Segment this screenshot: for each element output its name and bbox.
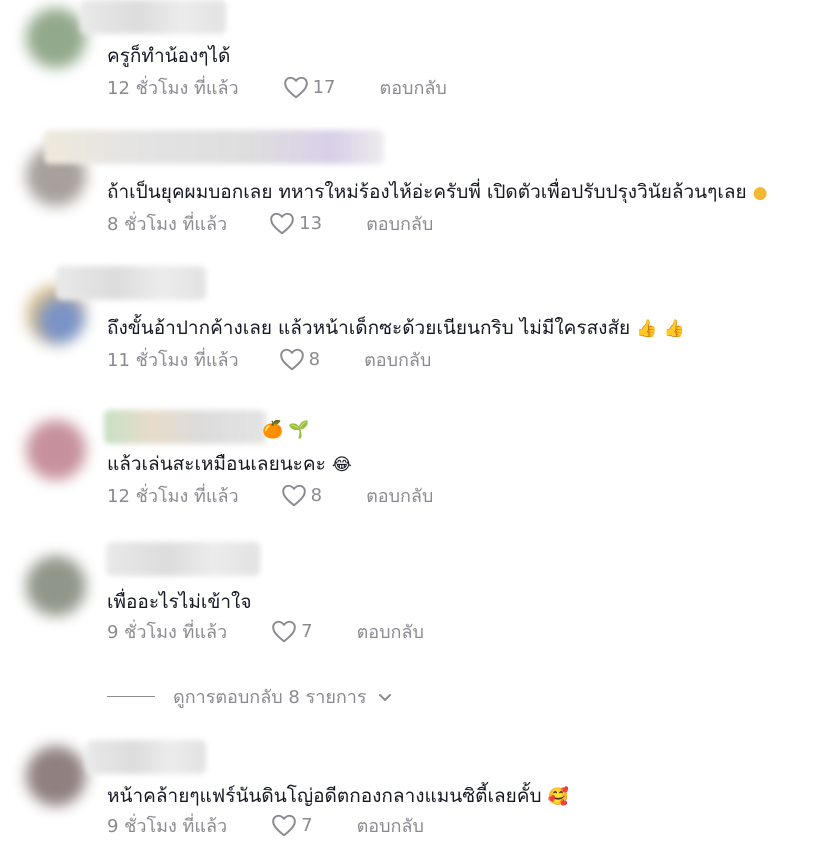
- comment-text: ครูก็ทำน้องๆได้: [107, 45, 231, 67]
- comment-text-content: ถ้าเป็นยุคผมบอกเลย ทหารใหม่ร้องไห้อ่ะครั…: [107, 181, 747, 203]
- laughing-emoji: 😂: [331, 455, 352, 475]
- comment-meta: 12 ชั่วโมง ที่แล้ว 8 ตอบกลับ: [107, 482, 433, 508]
- reply-button[interactable]: ตอบกลับ: [357, 811, 424, 840]
- comment-time: 12 ชั่วโมง ที่แล้ว: [107, 485, 239, 507]
- emoji-partial: ●: [752, 183, 768, 203]
- username-blurred: [104, 410, 266, 444]
- view-replies-label: ดูการตอบกลับ 8 รายการ: [173, 687, 367, 708]
- like-button[interactable]: 7: [271, 813, 313, 837]
- username-blurred: [44, 130, 384, 164]
- avatar[interactable]: [26, 420, 86, 480]
- avatar[interactable]: [26, 8, 86, 68]
- comment-text-content: แล้วเล่นสะเหมือนเลยนะคะ: [107, 453, 326, 475]
- like-button[interactable]: 13: [269, 211, 322, 235]
- like-button[interactable]: 8: [279, 347, 320, 371]
- comment-meta: 11 ชั่วโมง ที่แล้ว 8 ตอบกลับ: [107, 346, 431, 372]
- divider-line: [107, 696, 155, 697]
- comment-meta: 12 ชั่วโมง ที่แล้ว 17 ตอบกลับ: [107, 74, 447, 100]
- like-button[interactable]: 17: [283, 75, 336, 99]
- reply-button[interactable]: ตอบกลับ: [364, 345, 431, 374]
- chevron-down-icon: [378, 693, 391, 701]
- heart-outline-icon: [270, 212, 294, 235]
- username-blurred: [86, 740, 206, 774]
- like-count: 8: [310, 484, 323, 506]
- username-blurred: [80, 0, 226, 34]
- comment-time: 12 ชั่วโมง ที่แล้ว: [107, 77, 239, 99]
- like-count: 8: [308, 348, 321, 370]
- comment-text: ถึงขั้นอ้าปากค้างเลย แล้วหน้าเด็กซะด้วยเ…: [107, 316, 685, 341]
- like-count: 13: [299, 212, 323, 234]
- heart-outline-icon: [272, 620, 296, 643]
- reply-button[interactable]: ตอบกลับ: [366, 481, 433, 510]
- comment-time: 8 ชั่วโมง ที่แล้ว: [107, 213, 228, 235]
- comment-text: แล้วเล่นสะเหมือนเลยนะคะ 😂: [107, 452, 352, 477]
- comment-text-content: หน้าคล้ายๆแฟร์นันดินโญ่อดีตกองกลางแมนซิต…: [107, 785, 542, 807]
- avatar[interactable]: [26, 746, 86, 806]
- comment-meta: 8 ชั่วโมง ที่แล้ว 13 ตอบกลับ: [107, 210, 433, 236]
- comment-text: เพื่ออะไรไม่เข้าใจ: [107, 591, 252, 613]
- heart-outline-icon: [281, 484, 306, 507]
- comment-time: 11 ชั่วโมง ที่แล้ว: [107, 349, 239, 371]
- comment-meta: 9 ชั่วโมง ที่แล้ว 7 ตอบกลับ: [107, 618, 424, 644]
- like-button[interactable]: 8: [281, 483, 322, 507]
- thumbs-up-emoji: 👍: [636, 319, 658, 339]
- heart-outline-icon: [279, 348, 304, 371]
- comment-time: 9 ชั่วโมง ที่แล้ว: [107, 621, 228, 643]
- avatar[interactable]: [26, 556, 86, 616]
- comment-text: ถ้าเป็นยุคผมบอกเลย ทหารใหม่ร้องไห้อ่ะครั…: [107, 180, 768, 205]
- like-count: 7: [301, 620, 313, 642]
- like-count: 17: [312, 76, 336, 98]
- heart-outline-icon: [283, 76, 308, 99]
- reply-button[interactable]: ตอบกลับ: [366, 209, 433, 238]
- reply-button[interactable]: ตอบกลับ: [357, 617, 424, 646]
- thumbs-up-emoji: 👍: [663, 319, 685, 339]
- like-count: 7: [301, 814, 313, 836]
- smiling-hearts-emoji: 🥰: [547, 787, 569, 807]
- username-blurred: [106, 542, 260, 576]
- reply-button[interactable]: ตอบกลับ: [380, 73, 447, 102]
- comment-time: 9 ชั่วโมง ที่แล้ว: [107, 815, 228, 837]
- comment-text: หน้าคล้ายๆแฟร์นันดินโญ่อดีตกองกลางแมนซิต…: [107, 784, 569, 809]
- heart-outline-icon: [272, 814, 296, 837]
- orange-emoji: 🍊: [262, 420, 284, 440]
- sprout-emoji: 🌱: [288, 420, 310, 440]
- comment-text-content: ถึงขั้นอ้าปากค้างเลย แล้วหน้าเด็กซะด้วยเ…: [107, 317, 631, 339]
- username-blurred: [56, 266, 206, 300]
- like-button[interactable]: 7: [271, 619, 313, 643]
- view-replies-button[interactable]: ดูการตอบกลับ 8 รายการ: [107, 682, 393, 711]
- comment-meta: 9 ชั่วโมง ที่แล้ว 7 ตอบกลับ: [107, 812, 424, 838]
